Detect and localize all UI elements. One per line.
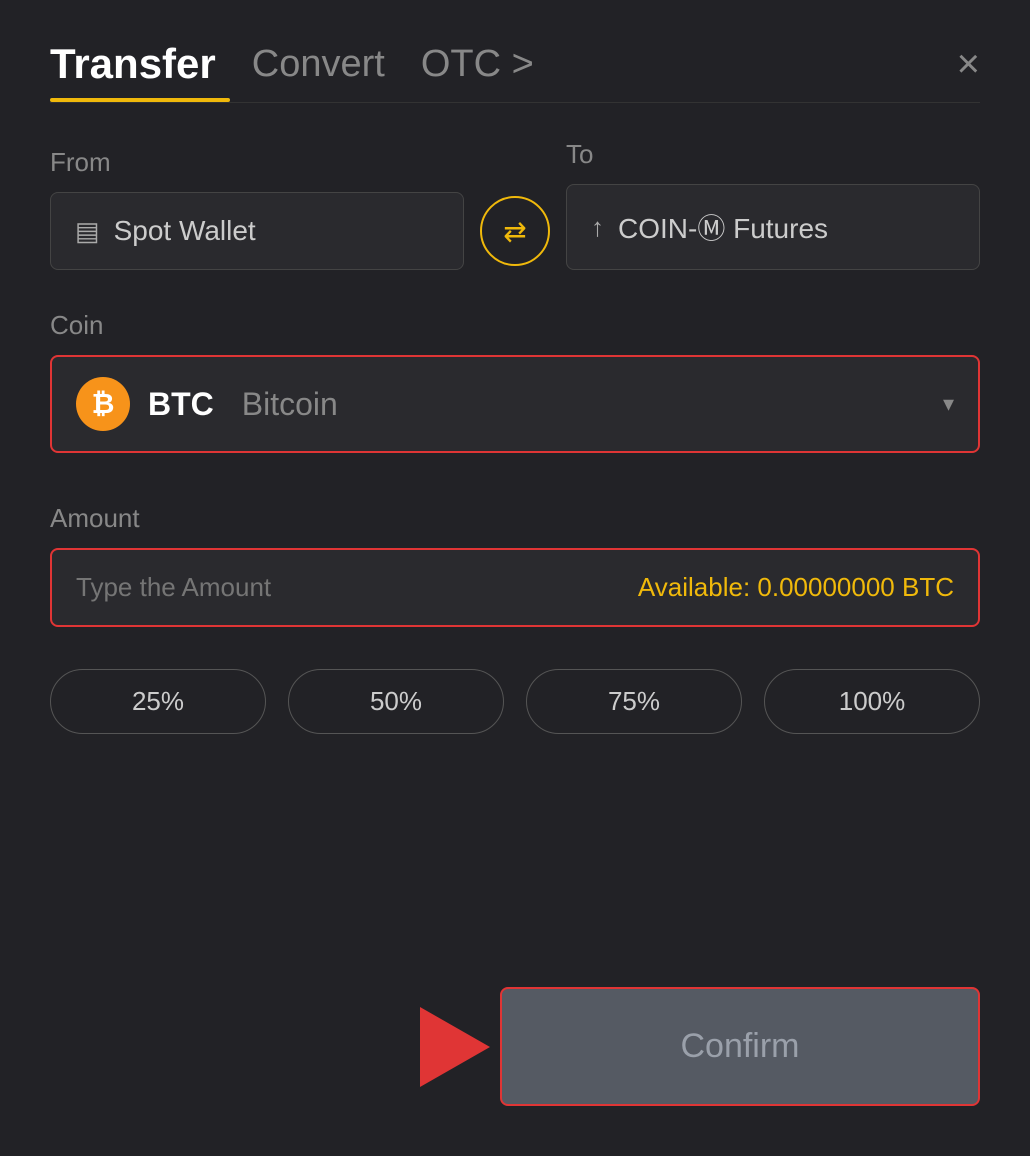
arrow-container	[420, 1007, 490, 1087]
tab-transfer[interactable]: Transfer	[50, 40, 216, 88]
available-value: 0.00000000 BTC	[757, 572, 954, 602]
percentage-row: 25% 50% 75% 100%	[50, 669, 980, 734]
close-button[interactable]: ×	[957, 44, 980, 84]
from-to-row: From ▤ Spot Wallet ⇄ To ↑ COIN-Ⓜ Futures	[50, 139, 980, 270]
btc-icon: ₿	[76, 377, 130, 431]
pct-50-button[interactable]: 50%	[288, 669, 504, 734]
chevron-down-icon: ▾	[943, 391, 954, 417]
from-group: From ▤ Spot Wallet	[50, 147, 464, 270]
modal-header: Transfer Convert OTC > ×	[50, 40, 980, 88]
pct-25-button[interactable]: 25%	[50, 669, 266, 734]
confirm-button[interactable]: Confirm	[500, 987, 980, 1106]
coin-label: Coin	[50, 310, 980, 341]
tab-otc[interactable]: OTC >	[421, 43, 534, 86]
transfer-modal: Transfer Convert OTC > × From ▤ Spot Wal…	[0, 0, 1030, 1156]
coin-symbol: BTC	[148, 386, 214, 423]
swap-button[interactable]: ⇄	[480, 196, 550, 266]
amount-box: Available: 0.00000000 BTC	[50, 548, 980, 627]
futures-icon: ↑	[591, 212, 604, 243]
coin-name: Bitcoin	[242, 386, 338, 423]
from-wallet-selector[interactable]: ▤ Spot Wallet	[50, 192, 464, 270]
arrow-icon	[420, 1007, 490, 1087]
tab-convert[interactable]: Convert	[252, 43, 385, 86]
to-group: To ↑ COIN-Ⓜ Futures	[566, 139, 980, 270]
pct-75-button[interactable]: 75%	[526, 669, 742, 734]
available-display: Available: 0.00000000 BTC	[638, 572, 954, 603]
amount-label: Amount	[50, 503, 980, 534]
confirm-area: Confirm	[50, 987, 980, 1106]
amount-input[interactable]	[76, 572, 515, 603]
from-label: From	[50, 147, 464, 178]
header-divider	[50, 102, 980, 103]
pct-100-button[interactable]: 100%	[764, 669, 980, 734]
to-wallet-text: COIN-Ⓜ Futures	[618, 207, 828, 247]
from-wallet-text: Spot Wallet	[114, 215, 256, 247]
to-label: To	[566, 139, 980, 170]
available-label: Available:	[638, 572, 750, 602]
wallet-icon: ▤	[75, 216, 100, 247]
swap-icon: ⇄	[503, 215, 526, 248]
coin-selector[interactable]: ₿ BTC Bitcoin ▾	[50, 355, 980, 453]
to-wallet-selector[interactable]: ↑ COIN-Ⓜ Futures	[566, 184, 980, 270]
